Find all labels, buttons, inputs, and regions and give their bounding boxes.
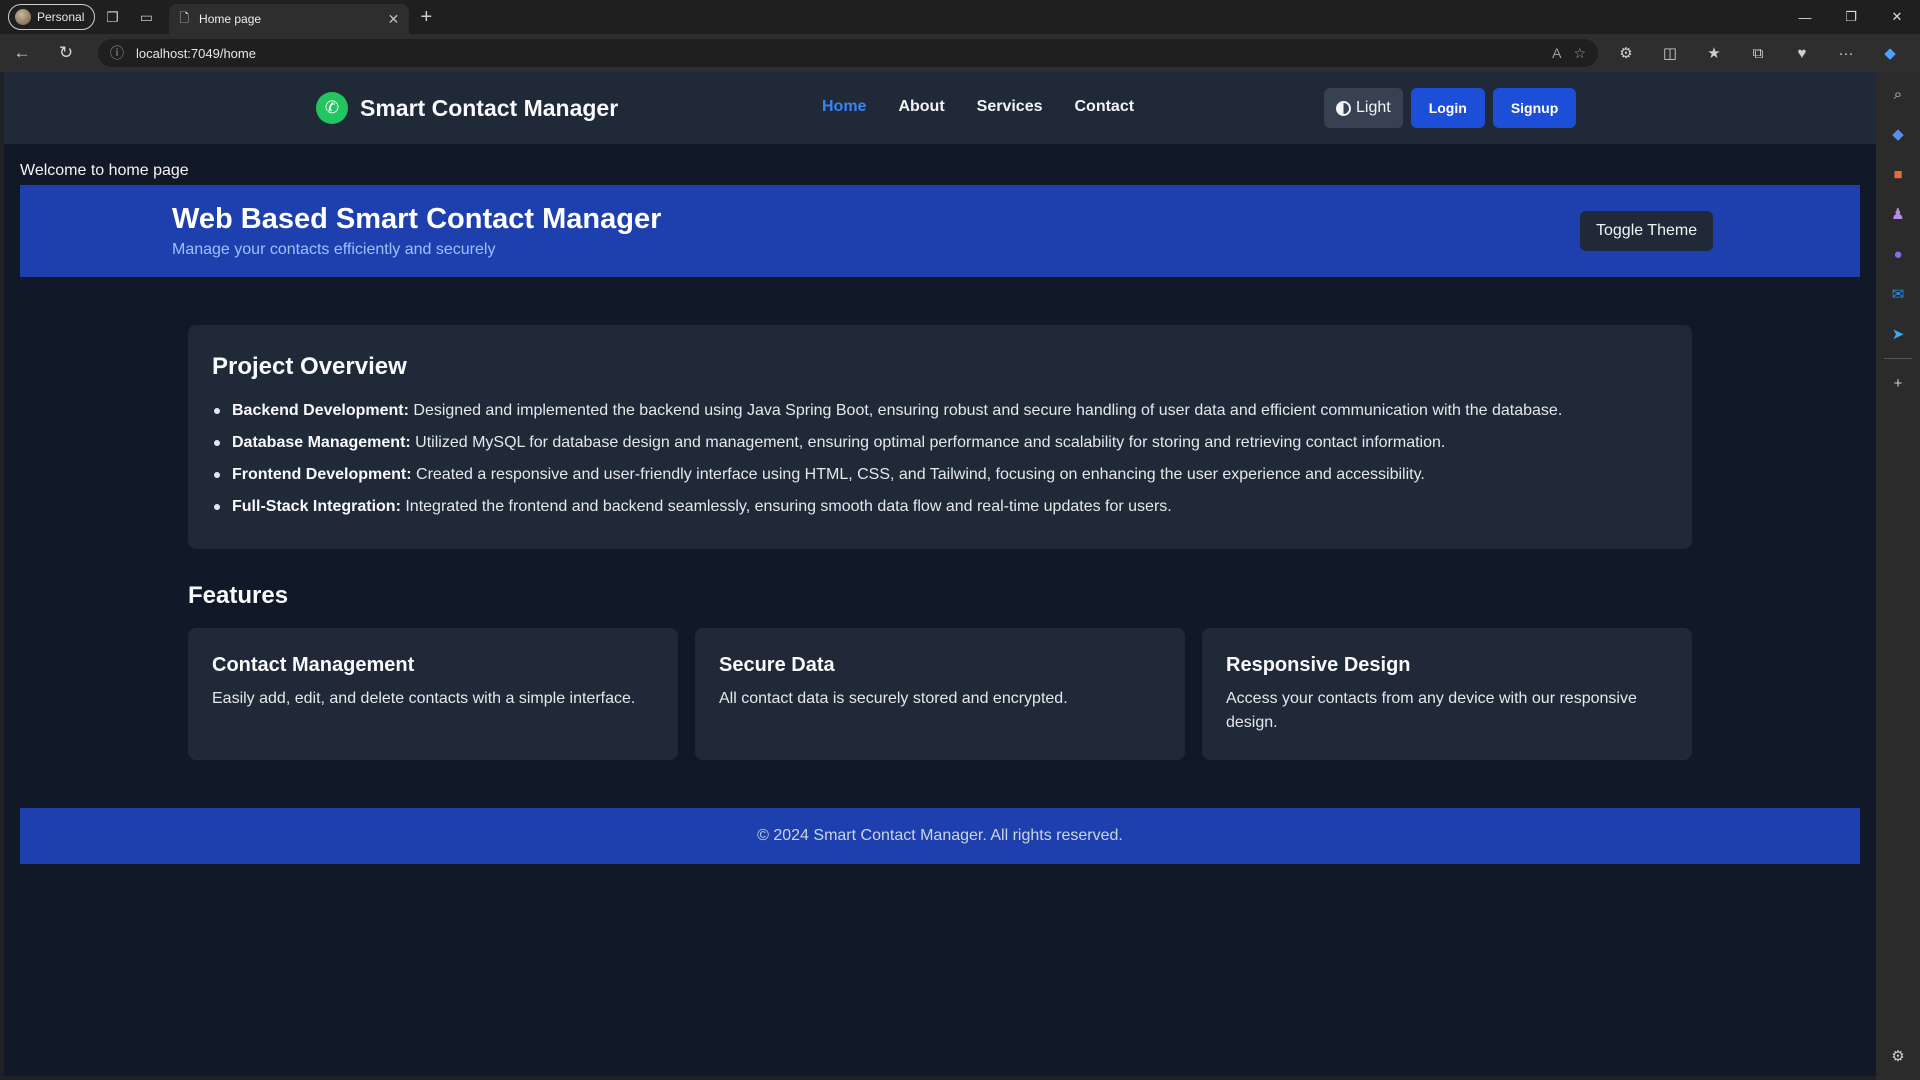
nav-links: Home About Services Contact <box>822 98 1134 116</box>
sidebar-settings-icon[interactable]: ⚙ <box>1882 1040 1914 1072</box>
feature-title: Responsive Design <box>1226 654 1411 676</box>
item-label: Full-Stack Integration: <box>232 498 401 515</box>
signup-button[interactable]: Signup <box>1492 88 1577 128</box>
login-button[interactable]: Login <box>1410 88 1485 128</box>
half-circle-icon <box>1336 100 1351 116</box>
favorites-icon[interactable]: ★ <box>1692 34 1736 72</box>
more-menu-icon[interactable]: ··· <box>1824 34 1868 72</box>
address-bar[interactable]: ⓘ localhost:7049/home A ☆ <box>98 39 1598 67</box>
item-text: Designed and implemented the backend usi… <box>408 402 1563 419</box>
shopping-tag-icon[interactable]: ◆ <box>1882 118 1914 150</box>
browser-toolbar: ← ↻ ⓘ localhost:7049/home A ☆ ⚙ ◫ ★ ⧉ ♥ … <box>0 34 1920 72</box>
list-item: Backend Development: Designed and implem… <box>214 395 1668 427</box>
feature-title: Secure Data <box>719 654 835 676</box>
project-overview-card: Project Overview Backend Development: De… <box>188 325 1692 549</box>
profile-avatar <box>15 9 31 25</box>
list-item: Database Management: Utilized MySQL for … <box>214 427 1668 459</box>
item-label: Database Management: <box>232 434 411 451</box>
collections-icon[interactable]: ⧉ <box>1736 34 1780 72</box>
hero-title: Web Based Smart Contact Manager <box>172 203 662 235</box>
search-icon[interactable]: ⌕ <box>1882 78 1914 110</box>
nav-link-about[interactable]: About <box>898 98 944 116</box>
feature-card-secure-data: Secure Data All contact data is securely… <box>695 628 1185 760</box>
outlook-icon[interactable]: ✉ <box>1882 278 1914 310</box>
read-aloud-icon[interactable]: A <box>1552 45 1561 61</box>
item-label: Frontend Development: <box>232 466 412 483</box>
list-item: Full-Stack Integration: Integrated the f… <box>214 491 1668 523</box>
phone-icon: ✆ <box>316 92 348 124</box>
nav-link-services[interactable]: Services <box>977 98 1043 116</box>
nav-actions: Light Login Signup <box>1324 88 1577 128</box>
minimize-icon[interactable]: — <box>1782 0 1828 34</box>
feature-text: All contact data is securely stored and … <box>719 690 1068 707</box>
overview-list: Backend Development: Designed and implem… <box>212 395 1668 523</box>
item-text: Integrated the frontend and backend seam… <box>400 498 1172 515</box>
feature-text: Access your contacts from any device wit… <box>1226 690 1637 731</box>
hero-banner: Web Based Smart Contact Manager Manage y… <box>20 185 1860 277</box>
url-text: localhost:7049/home <box>136 45 256 61</box>
info-icon[interactable]: ⓘ <box>110 43 124 63</box>
toolbar-icons: ⚙ ◫ ★ ⧉ ♥ ··· ◆ <box>1604 34 1912 72</box>
tools-briefcase-icon[interactable]: ■ <box>1882 158 1914 190</box>
feature-title: Contact Management <box>212 654 415 676</box>
browser-tab[interactable]: 🗋 Home page ✕ <box>169 4 410 34</box>
brand-name: Smart Contact Manager <box>360 94 619 121</box>
tab-title: Home page <box>199 12 262 26</box>
overview-title: Project Overview <box>212 353 407 380</box>
page-icon: 🗋 <box>179 10 190 25</box>
theme-button-label: Light <box>1356 99 1391 116</box>
profile-label: Personal <box>37 10 85 24</box>
browser-titlebar: Personal ❐ ▭ 🗋 Home page ✕ + — ❐ ✕ <box>0 0 1920 34</box>
toggle-theme-button[interactable]: Toggle Theme <box>1580 211 1714 251</box>
site-navbar: ✆ Smart Contact Manager Home About Servi… <box>4 72 1876 144</box>
refresh-icon[interactable]: ↻ <box>44 34 88 72</box>
nav-link-contact[interactable]: Contact <box>1075 98 1135 116</box>
item-text: Created a responsive and user-friendly i… <box>411 466 1425 483</box>
edge-sidebar: ⌕ ◆ ■ ♟ ● ✉ ➤ + ⚙ <box>1876 72 1920 1080</box>
feature-card-responsive-design: Responsive Design Access your contacts f… <box>1202 628 1692 760</box>
window-controls: — ❐ ✕ <box>1782 0 1920 34</box>
feature-text: Easily add, edit, and delete contacts wi… <box>212 690 636 707</box>
theme-light-button[interactable]: Light <box>1324 88 1403 128</box>
workspaces-icon[interactable]: ❐ <box>95 0 129 34</box>
microsoft-365-icon[interactable]: ● <box>1882 238 1914 270</box>
page-viewport: ✆ Smart Contact Manager Home About Servi… <box>4 72 1876 1076</box>
restore-icon[interactable]: ❐ <box>1828 0 1874 34</box>
brand[interactable]: ✆ Smart Contact Manager <box>316 92 618 124</box>
features-title: Features <box>188 582 289 609</box>
browser-essentials-icon[interactable]: ♥ <box>1780 34 1824 72</box>
split-screen-icon[interactable]: ◫ <box>1648 34 1692 72</box>
back-icon[interactable]: ← <box>0 34 44 72</box>
sidebar-divider <box>1884 358 1912 359</box>
copilot-icon[interactable]: ◆ <box>1868 34 1912 72</box>
site-footer: © 2024 Smart Contact Manager. All rights… <box>20 808 1860 864</box>
new-tab-icon[interactable]: + <box>409 0 443 34</box>
telegram-icon[interactable]: ➤ <box>1882 318 1914 350</box>
hero-subtitle: Manage your contacts efficiently and sec… <box>172 241 496 258</box>
add-sidebar-item-icon[interactable]: + <box>1882 367 1914 399</box>
vertical-tabs-icon[interactable]: ▭ <box>129 0 163 34</box>
favorite-star-icon[interactable]: ☆ <box>1573 45 1586 62</box>
nav-link-home[interactable]: Home <box>822 98 866 116</box>
feature-card-contact-management: Contact Management Easily add, edit, and… <box>188 628 678 760</box>
profile-button[interactable]: Personal <box>8 4 96 30</box>
games-icon[interactable]: ♟ <box>1882 198 1914 230</box>
close-window-icon[interactable]: ✕ <box>1874 0 1920 34</box>
item-text: Utilized MySQL for database design and m… <box>410 434 1446 451</box>
close-tab-icon[interactable]: ✕ <box>388 11 400 28</box>
extensions-icon[interactable]: ⚙ <box>1604 34 1648 72</box>
welcome-text: Welcome to home page <box>20 162 189 179</box>
list-item: Frontend Development: Created a responsi… <box>214 459 1668 491</box>
item-label: Backend Development: <box>232 402 409 419</box>
